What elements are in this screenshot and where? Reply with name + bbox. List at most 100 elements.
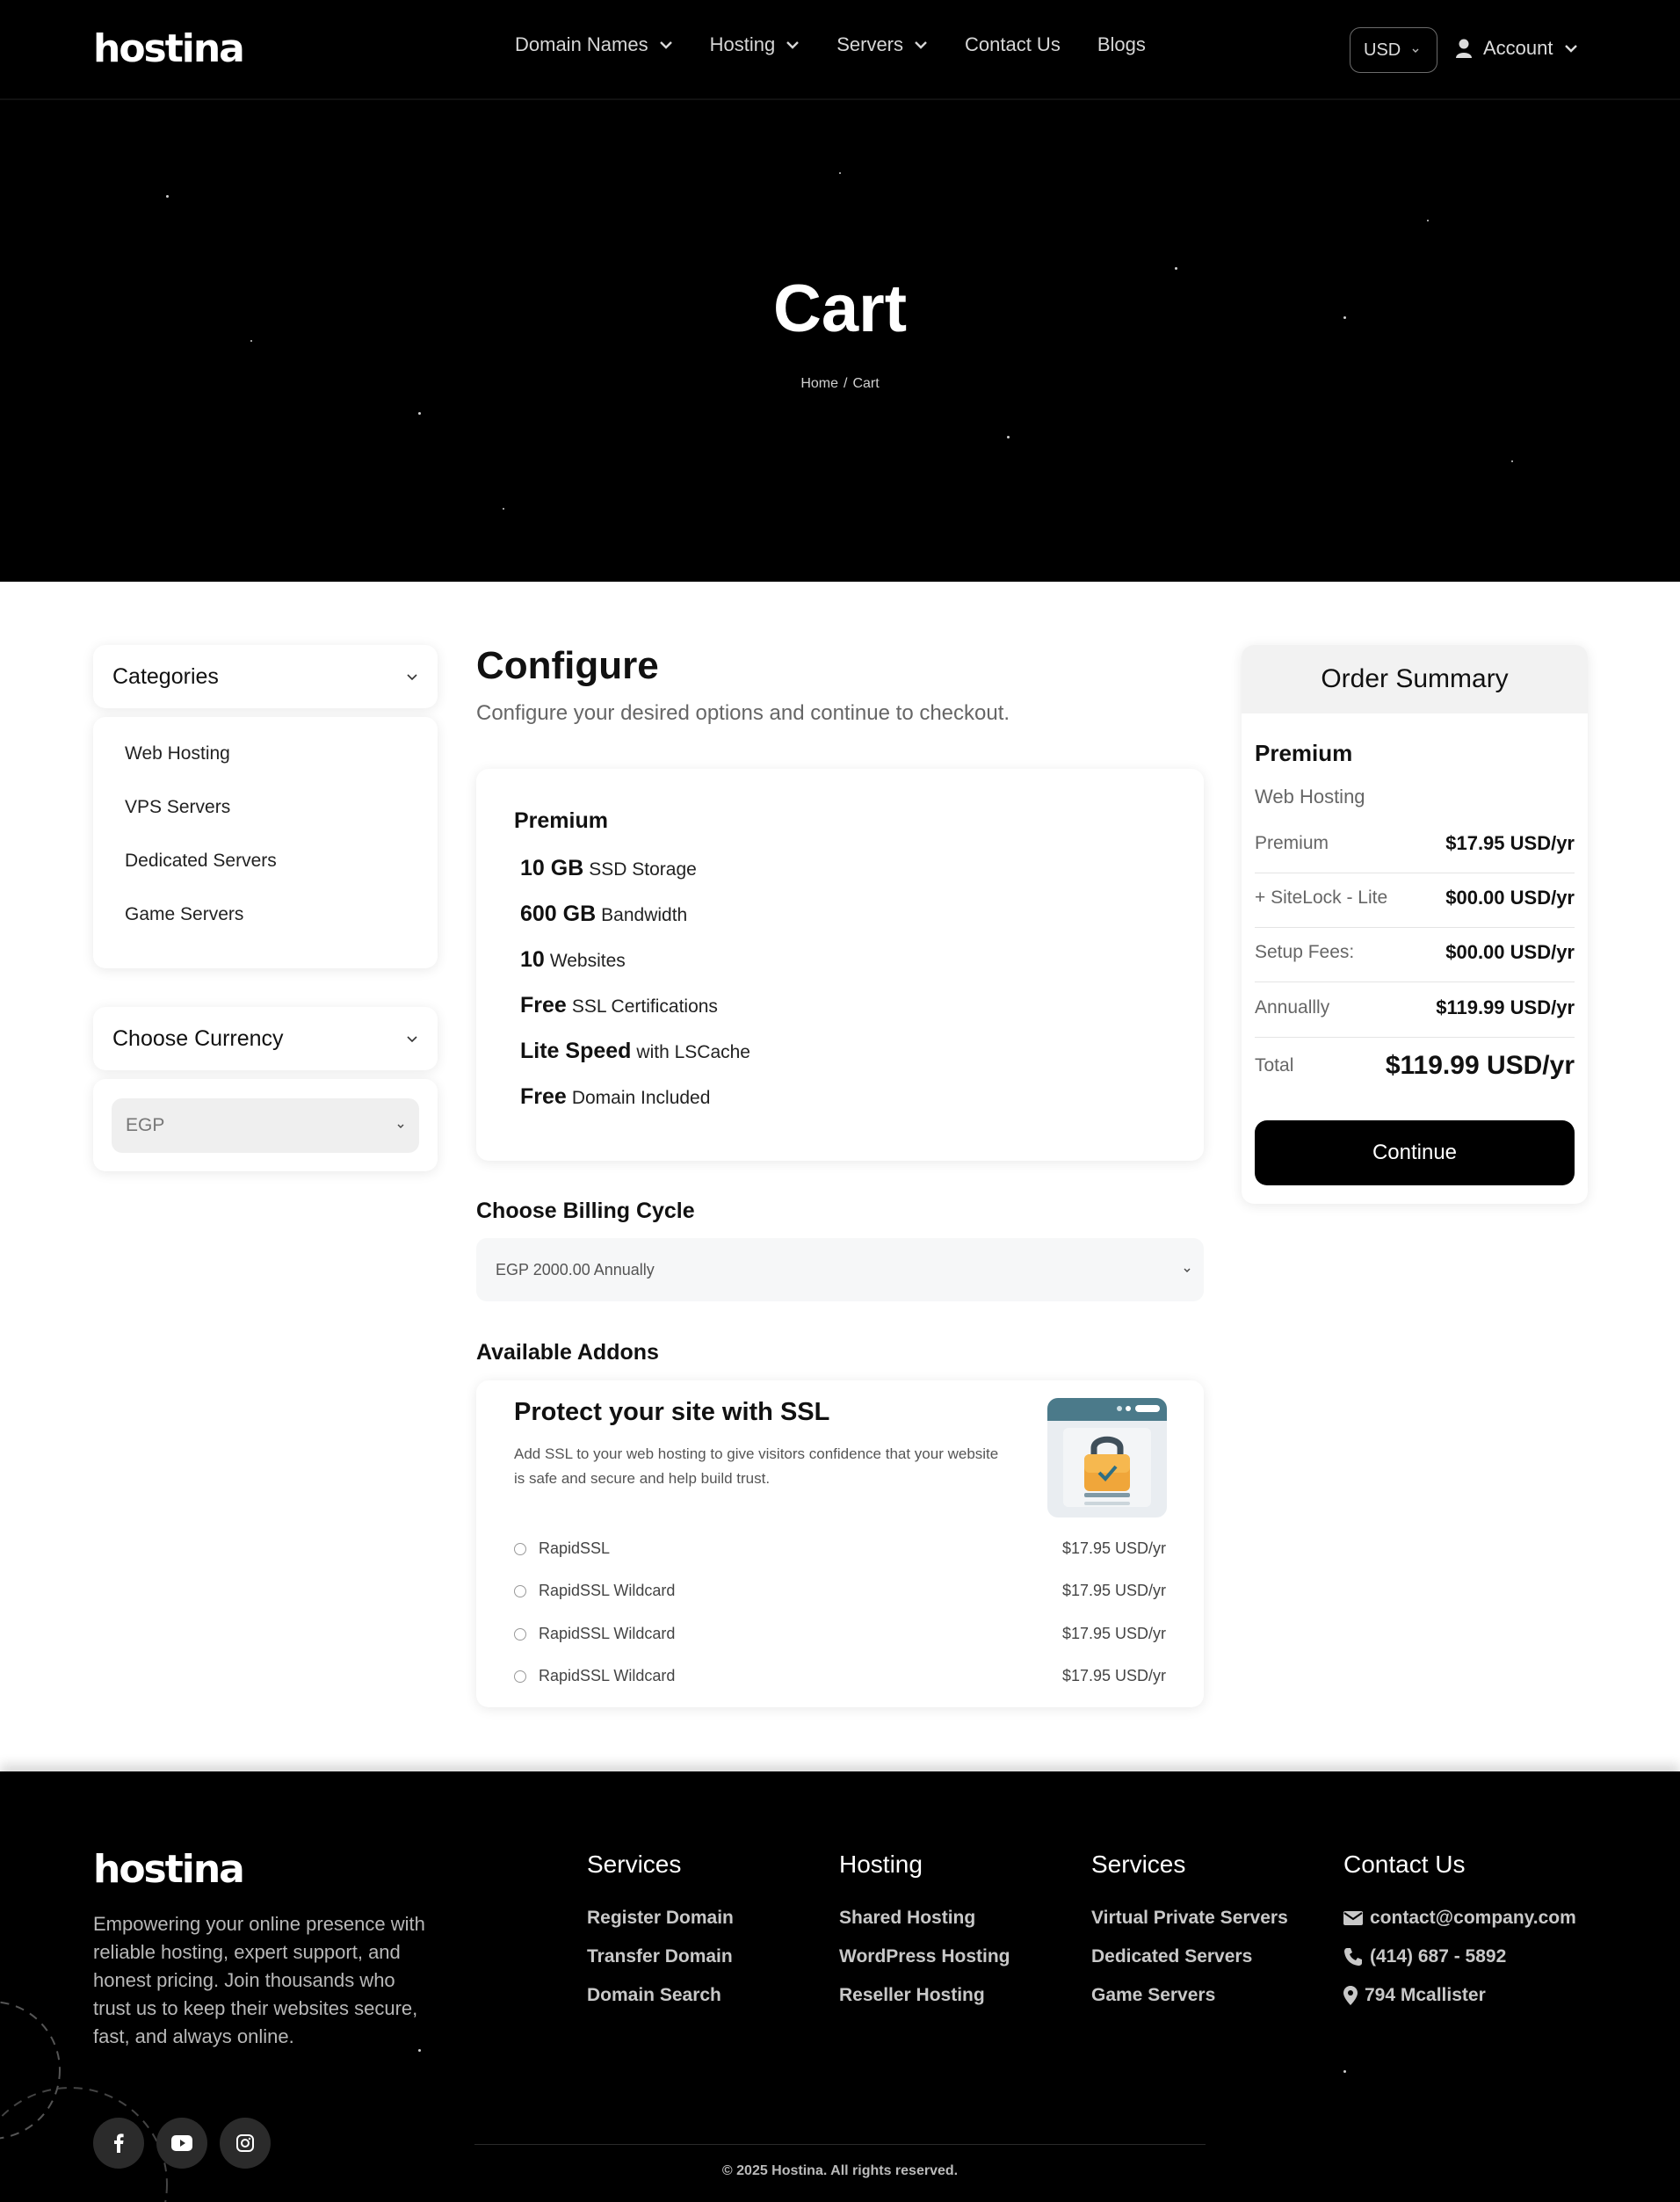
summary-row: Setup Fees: $00.00 USD/yr — [1255, 941, 1575, 964]
radio-button[interactable] — [514, 1542, 526, 1555]
radio-button[interactable] — [514, 1670, 526, 1683]
billing-cycle-title: Choose Billing Cycle — [476, 1199, 695, 1223]
billing-cycle-value: EGP 2000.00 Annually — [496, 1260, 655, 1278]
feature-label: SSL Certifications — [571, 996, 718, 1017]
summary-row-label: Annuallly — [1255, 997, 1330, 1018]
footer-phone-text: (414) 687 - 5892 — [1370, 1946, 1507, 1967]
instagram-button[interactable] — [220, 2118, 271, 2169]
ssl-option-name: RapidSSL Wildcard — [539, 1667, 676, 1684]
category-dedicated-servers[interactable]: Dedicated Servers — [125, 844, 438, 897]
nav-label: Servers — [836, 33, 903, 55]
main-nav: Domain Names Hosting Servers Contact Us … — [515, 33, 1183, 56]
ssl-option[interactable]: RapidSSL $17.95 USD/yr — [514, 1539, 1166, 1558]
order-summary: Order Summary Premium Web Hosting Premiu… — [1242, 645, 1588, 1204]
star-decoration — [1343, 2070, 1346, 2073]
currency-dropdown[interactable]: USD — [1350, 27, 1437, 73]
breadcrumb-separator: / — [844, 376, 848, 391]
ssl-option-price: $17.95 USD/yr — [1061, 1582, 1166, 1599]
summary-row: Annuallly $119.99 USD/yr — [1255, 996, 1575, 1019]
summary-row-value: $119.99 USD/yr — [1436, 996, 1575, 1018]
facebook-button[interactable] — [93, 2118, 144, 2169]
nav-contact-us[interactable]: Contact Us — [965, 33, 1061, 56]
footer-phone[interactable]: (414) 687 - 5892 — [1343, 1938, 1576, 1976]
nav-label: Domain Names — [515, 33, 648, 55]
categories-header[interactable]: Categories — [93, 645, 438, 708]
feature-label: with LSCache — [636, 1042, 750, 1062]
category-game-servers[interactable]: Game Servers — [125, 897, 438, 951]
ssl-option-price: $17.95 USD/yr — [1061, 1667, 1166, 1684]
summary-row: + SiteLock - Lite $00.00 USD/yr — [1255, 887, 1575, 909]
nav-hosting[interactable]: Hosting — [710, 33, 800, 56]
currency-header[interactable]: Choose Currency — [93, 1007, 438, 1070]
category-web-hosting[interactable]: Web Hosting — [125, 736, 438, 790]
footer-link[interactable]: WordPress Hosting — [839, 1938, 1010, 1976]
footer-column-hosting: Hosting Shared Hosting WordPress Hosting… — [839, 1851, 1010, 2015]
location-pin-icon — [1343, 1986, 1358, 2005]
summary-row-value: $00.00 USD/yr — [1445, 941, 1575, 963]
feature-value: Lite Speed — [520, 1039, 632, 1063]
footer-address[interactable]: 794 Mcallister — [1343, 1976, 1576, 2015]
ssl-option-name: RapidSSL Wildcard — [539, 1625, 676, 1642]
breadcrumb: Home / Cart — [0, 376, 1680, 392]
footer-email-text: contact@company.com — [1370, 1908, 1576, 1928]
footer-link[interactable]: Game Servers — [1091, 1976, 1288, 2015]
summary-total: Total $119.99 USD/yr — [1255, 1051, 1575, 1081]
nav-domain-names[interactable]: Domain Names — [515, 33, 673, 56]
star-decoration — [1175, 267, 1177, 270]
footer-description: Empowering your online presence with rel… — [93, 1913, 425, 2047]
ssl-option-price: $17.95 USD/yr — [1061, 1625, 1166, 1642]
continue-button[interactable]: Continue — [1255, 1120, 1575, 1185]
nav-blogs[interactable]: Blogs — [1097, 33, 1146, 56]
footer-column-services: Services Register Domain Transfer Domain… — [587, 1851, 734, 2015]
footer-link[interactable]: Dedicated Servers — [1091, 1938, 1288, 1976]
feature-value: 10 — [520, 947, 545, 972]
divider — [1255, 981, 1575, 982]
nav-servers[interactable]: Servers — [836, 33, 928, 56]
footer-link[interactable]: Transfer Domain — [587, 1938, 734, 1976]
account-menu[interactable]: Account — [1455, 37, 1578, 60]
ssl-option-price: $17.95 USD/yr — [1061, 1539, 1166, 1557]
summary-row-value: $00.00 USD/yr — [1445, 887, 1575, 909]
logo[interactable]: hostina — [93, 26, 245, 71]
summary-total-value: $119.99 USD/yr — [1385, 1051, 1575, 1080]
copyright: © 2025 Hostina. All rights reserved. — [721, 2163, 959, 2178]
chevron-down-icon — [659, 41, 672, 49]
radio-button[interactable] — [514, 1584, 526, 1597]
footer-link[interactable]: Virtual Private Servers — [1091, 1899, 1288, 1938]
star-decoration — [166, 195, 169, 198]
summary-plan: Premium — [1255, 740, 1353, 766]
plan-feature: 10 GB SSD Storage — [520, 856, 697, 881]
footer-logo[interactable]: hostina — [93, 1847, 245, 1892]
ssl-option[interactable]: RapidSSL Wildcard $17.95 USD/yr — [514, 1667, 1166, 1685]
chevron-down-icon — [915, 41, 927, 49]
account-label: Account — [1483, 37, 1553, 59]
chevron-down-icon — [1412, 48, 1419, 53]
summary-category: Web Hosting — [1255, 786, 1365, 808]
feature-label: Bandwidth — [601, 905, 688, 925]
currency-select[interactable]: EGP — [112, 1098, 419, 1153]
plan-feature: 10 Websites — [520, 947, 626, 973]
billing-cycle-select[interactable]: EGP 2000.00 Annually — [476, 1238, 1204, 1301]
facebook-icon — [114, 2133, 124, 2153]
footer-link[interactable]: Shared Hosting — [839, 1899, 1010, 1938]
breadcrumb-home[interactable]: Home — [800, 376, 838, 391]
ssl-option[interactable]: RapidSSL Wildcard $17.95 USD/yr — [514, 1582, 1166, 1600]
feature-value: 10 GB — [520, 856, 584, 880]
footer-link[interactable]: Domain Search — [587, 1976, 734, 2015]
plan-feature: Lite Speed with LSCache — [520, 1039, 750, 1064]
footer-link[interactable]: Reseller Hosting — [839, 1976, 1010, 2015]
star-decoration — [1511, 460, 1513, 462]
currency-title: Choose Currency — [112, 1025, 284, 1051]
footer-email[interactable]: contact@company.com — [1343, 1899, 1576, 1938]
ssl-option[interactable]: RapidSSL Wildcard $17.95 USD/yr — [514, 1625, 1166, 1643]
radio-button[interactable] — [514, 1627, 526, 1641]
youtube-button[interactable] — [156, 2118, 207, 2169]
star-decoration — [839, 172, 841, 174]
instagram-icon — [236, 2134, 254, 2152]
summary-total-label: Total — [1255, 1055, 1294, 1076]
footer-link[interactable]: Register Domain — [587, 1899, 734, 1938]
nav-label: Blogs — [1097, 33, 1146, 55]
plan-feature: 600 GB Bandwidth — [520, 902, 687, 927]
envelope-icon — [1343, 1911, 1363, 1925]
category-vps-servers[interactable]: VPS Servers — [125, 790, 438, 844]
